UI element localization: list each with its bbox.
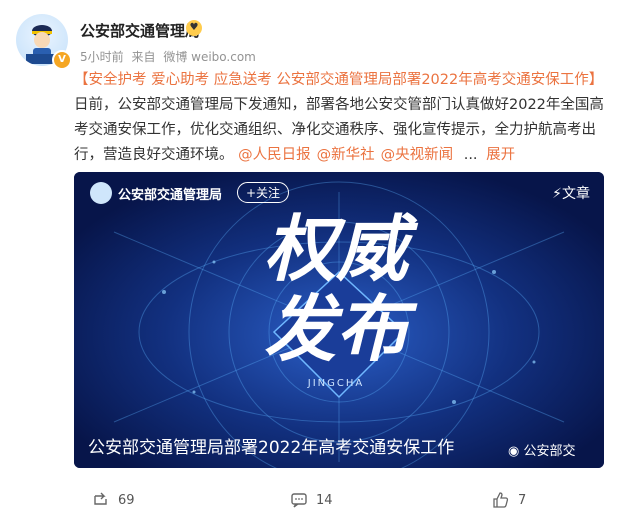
comment-icon xyxy=(291,493,307,508)
weibo-watermark: ◉ 公安部交 xyxy=(508,440,576,459)
like-button[interactable]: 7 xyxy=(492,491,526,509)
post-text: 【安全护考 爱心助考 应急送考 公安部交通管理局部署2022年高考交通安保工作】… xyxy=(74,68,614,168)
post-meta: 5小时前 来自 微博 weibo.com xyxy=(80,48,260,65)
post-source[interactable]: 微博 weibo.com xyxy=(163,50,256,64)
article-card[interactable]: 公安部交通管理局 +关注 ⚡文章 权威 发布 JINGCHA 公安部交通管理局部… xyxy=(74,172,604,468)
comment-button[interactable]: 14 xyxy=(290,491,333,509)
author-name[interactable]: 公安部交通管理局 xyxy=(80,20,200,41)
emblem-text: JINGCHA xyxy=(307,378,364,389)
headline-line-1: 权威 xyxy=(264,207,419,291)
repost-icon xyxy=(94,492,107,505)
headline-line-2: 发布 xyxy=(264,287,418,371)
comment-count: 14 xyxy=(316,492,333,508)
card-title: 公安部交通管理局部署2022年高考交通安保工作 xyxy=(88,438,455,458)
like-count: 7 xyxy=(518,492,527,508)
mention-cctv[interactable]: @央视新闻 xyxy=(381,147,454,163)
thumbs-up-icon xyxy=(493,492,509,508)
verified-badge: V xyxy=(52,50,72,70)
watermark-text: 公安部交 xyxy=(523,444,576,459)
weibo-logo-icon: ◉ xyxy=(508,444,520,459)
mention-people-daily[interactable]: @人民日报 xyxy=(238,147,311,163)
repost-count: 69 xyxy=(118,492,135,508)
mention-xinhua[interactable]: @新华社 xyxy=(317,147,375,163)
ellipsis: ... xyxy=(463,147,478,163)
headline-graphic: 权威 发布 JINGCHA xyxy=(264,207,419,389)
fan-badge-icon: ♥ xyxy=(186,20,202,36)
post-time[interactable]: 5小时前 xyxy=(80,50,124,64)
repost-button[interactable]: 69 xyxy=(92,491,135,509)
from-label: 来自 xyxy=(131,50,156,64)
expand-link[interactable]: 展开 xyxy=(486,147,515,163)
topic-link[interactable]: 【安全护考 爱心助考 应急送考 公安部交通管理局部署2022年高考交通安保工作】 xyxy=(74,72,603,88)
